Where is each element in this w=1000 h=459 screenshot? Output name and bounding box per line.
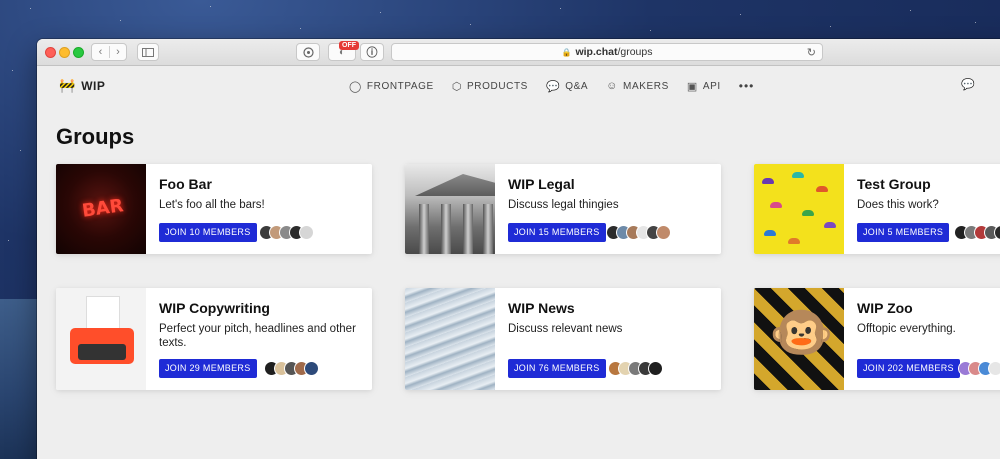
extension-button-2[interactable]: ◐ OFF bbox=[328, 41, 359, 61]
group-card-body: WIP News Discuss relevant news JOIN 76 M… bbox=[495, 288, 721, 390]
info-icon: ⓘ bbox=[366, 47, 378, 59]
group-description: Let's foo all the bars! bbox=[159, 199, 265, 211]
nav-label: FRONTPAGE bbox=[366, 80, 434, 92]
extension-button-3[interactable]: ⓘ bbox=[360, 43, 384, 61]
group-card-foo-bar[interactable]: BAR Foo Bar Let's foo all the bars! JOIN… bbox=[56, 164, 372, 254]
group-description: Discuss relevant news bbox=[508, 323, 623, 335]
main-nav: ◯ FRONTPAGE ⬡ PRODUCTS 💬 Q&A ☺ MAKERS ▣ … bbox=[349, 79, 754, 93]
monkey-icon: 🐵 bbox=[769, 304, 834, 362]
member-avatars bbox=[608, 361, 663, 376]
group-card-body: WIP Legal Discuss legal thingies JOIN 15… bbox=[495, 164, 721, 254]
site-header: 🚧 WIP ◯ FRONTPAGE ⬡ PRODUCTS 💬 Q&A ☺ MAK… bbox=[37, 66, 1000, 106]
more-menu-button[interactable]: ••• bbox=[739, 79, 755, 93]
group-description: Offtopic everything. bbox=[857, 323, 956, 335]
browser-window: ‹ › ◐ OFF ⓘ 🔒 wip.chat/groups ↻ 🚧 WIP ◯ … bbox=[37, 39, 1000, 459]
desktop-wallpaper-mountain bbox=[0, 299, 40, 459]
chat-icon[interactable]: 💬 bbox=[961, 78, 975, 91]
join-group-button[interactable]: JOIN 15 MEMBERS bbox=[508, 223, 606, 242]
group-card-body: WIP Zoo Offtopic everything. JOIN 202 ME… bbox=[844, 288, 1000, 390]
group-name: WIP News bbox=[508, 300, 575, 316]
member-avatars bbox=[958, 361, 1000, 376]
group-thumbnail: 🐵 bbox=[754, 288, 844, 390]
nav-label: PRODUCTS bbox=[467, 80, 528, 92]
group-description: Does this work? bbox=[857, 199, 939, 211]
group-name: WIP Zoo bbox=[857, 300, 913, 316]
member-avatars bbox=[954, 225, 1000, 240]
group-card-wip-news[interactable]: WIP News Discuss relevant news JOIN 76 M… bbox=[405, 288, 721, 390]
group-card-body: Test Group Does this work? JOIN 5 MEMBER… bbox=[844, 164, 1000, 254]
url-host: wip.chat bbox=[575, 46, 618, 58]
group-card-test-group[interactable]: Test Group Does this work? JOIN 5 MEMBER… bbox=[754, 164, 1000, 254]
join-group-button[interactable]: JOIN 202 MEMBERS bbox=[857, 359, 960, 378]
back-icon[interactable]: ‹ bbox=[92, 46, 109, 58]
group-thumbnail bbox=[405, 164, 495, 254]
nav-products[interactable]: ⬡ PRODUCTS bbox=[452, 79, 528, 93]
group-thumbnail bbox=[405, 288, 495, 390]
url-path: /groups bbox=[617, 46, 653, 58]
smiley-icon: ☺ bbox=[606, 80, 619, 92]
group-thumbnail: BAR bbox=[56, 164, 146, 254]
group-description: Discuss legal thingies bbox=[508, 199, 619, 211]
group-name: WIP Copywriting bbox=[159, 300, 270, 316]
group-name: WIP Legal bbox=[508, 176, 575, 192]
member-avatars bbox=[264, 361, 319, 376]
zoom-window-button[interactable] bbox=[73, 47, 84, 58]
lock-icon: 🔒 bbox=[561, 47, 572, 57]
history-nav: ‹ › bbox=[91, 43, 127, 61]
brand-name: WIP bbox=[81, 79, 106, 93]
member-avatar[interactable] bbox=[656, 225, 671, 240]
brand-link[interactable]: 🚧 WIP bbox=[59, 78, 105, 94]
cube-icon: ▣ bbox=[686, 80, 698, 93]
nav-label: MAKERS bbox=[623, 80, 669, 92]
sidebar-icon bbox=[142, 47, 154, 57]
nav-api[interactable]: ▣ API bbox=[687, 79, 721, 93]
nav-frontpage[interactable]: ◯ FRONTPAGE bbox=[349, 79, 434, 93]
sidebar-toggle-button[interactable] bbox=[137, 43, 159, 61]
group-name: Test Group bbox=[857, 176, 931, 192]
reload-icon[interactable]: ↻ bbox=[807, 46, 816, 59]
group-card-body: WIP Copywriting Perfect your pitch, head… bbox=[146, 288, 372, 390]
minimize-window-button[interactable] bbox=[59, 47, 70, 58]
group-card-wip-legal[interactable]: WIP Legal Discuss legal thingies JOIN 15… bbox=[405, 164, 721, 254]
member-avatars bbox=[606, 225, 671, 240]
nav-makers[interactable]: ☺ MAKERS bbox=[606, 79, 669, 93]
group-thumbnail bbox=[56, 288, 146, 390]
nav-qa[interactable]: 💬 Q&A bbox=[546, 79, 588, 93]
extension-shield-icon bbox=[302, 46, 314, 58]
member-avatar[interactable] bbox=[304, 361, 319, 376]
nav-label: API bbox=[702, 80, 721, 92]
join-group-button[interactable]: JOIN 29 MEMBERS bbox=[159, 359, 257, 378]
join-group-button[interactable]: JOIN 76 MEMBERS bbox=[508, 359, 606, 378]
forward-icon[interactable]: › bbox=[108, 46, 126, 58]
page-title: Groups bbox=[56, 124, 135, 149]
group-name: Foo Bar bbox=[159, 176, 212, 192]
construction-logo-icon: 🚧 bbox=[59, 78, 76, 93]
extension-off-badge: OFF bbox=[339, 41, 359, 50]
group-description: Perfect your pitch, headlines and other … bbox=[159, 323, 356, 349]
group-card-wip-zoo[interactable]: 🐵 WIP Zoo Offtopic everything. JOIN 202 … bbox=[754, 288, 1000, 390]
close-window-button[interactable] bbox=[45, 47, 56, 58]
join-group-button[interactable]: JOIN 5 MEMBERS bbox=[857, 223, 950, 242]
boxes-icon: ⬡ bbox=[451, 80, 463, 93]
extension-button-1[interactable] bbox=[296, 43, 320, 61]
neon-sign-text: BAR bbox=[80, 195, 125, 222]
check-circle-icon: ◯ bbox=[349, 80, 362, 93]
member-avatar[interactable] bbox=[299, 225, 314, 240]
member-avatar[interactable] bbox=[988, 361, 1000, 376]
member-avatar[interactable] bbox=[648, 361, 663, 376]
browser-toolbar: ‹ › ◐ OFF ⓘ 🔒 wip.chat/groups ↻ bbox=[37, 39, 1000, 66]
group-thumbnail bbox=[754, 164, 844, 254]
join-group-button[interactable]: JOIN 10 MEMBERS bbox=[159, 223, 257, 242]
group-card-wip-copywriting[interactable]: WIP Copywriting Perfect your pitch, head… bbox=[56, 288, 372, 390]
group-card-body: Foo Bar Let's foo all the bars! JOIN 10 … bbox=[146, 164, 372, 254]
speech-bubbles-icon: 💬 bbox=[545, 80, 561, 93]
address-bar[interactable]: 🔒 wip.chat/groups ↻ bbox=[391, 43, 823, 61]
member-avatars bbox=[259, 225, 314, 240]
nav-label: Q&A bbox=[565, 80, 589, 92]
